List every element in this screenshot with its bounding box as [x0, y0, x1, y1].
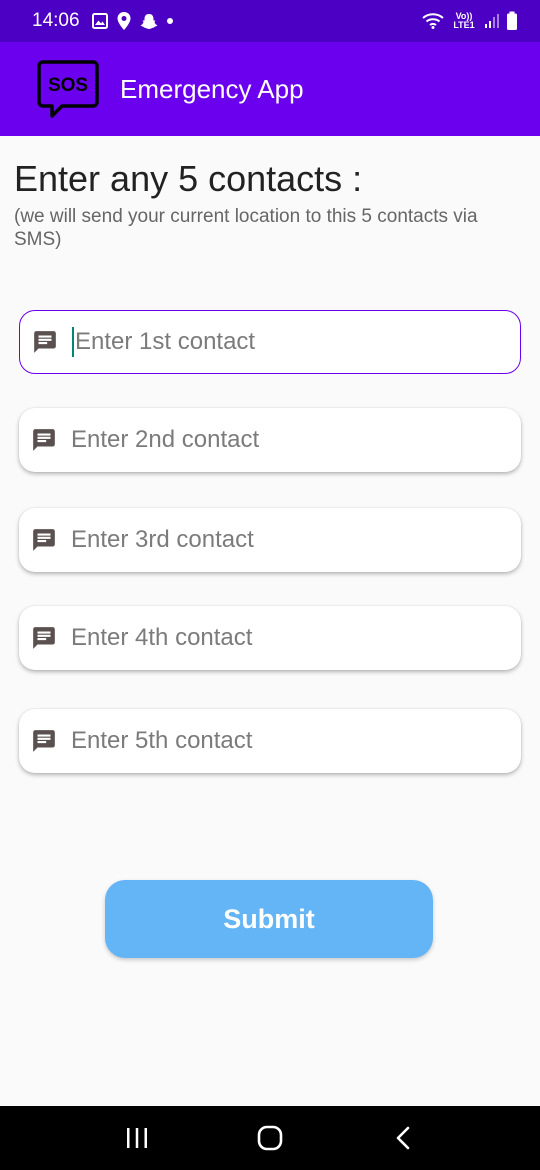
navigation-bar: [0, 1106, 540, 1170]
back-icon: [397, 1126, 410, 1150]
home-icon: [257, 1125, 283, 1151]
contact-field-5[interactable]: [19, 709, 521, 773]
contact-field-4[interactable]: [19, 606, 521, 670]
message-icon: [33, 730, 55, 752]
message-icon: [33, 429, 55, 451]
contact-field-2[interactable]: [19, 408, 521, 472]
contact-input-3[interactable]: [71, 526, 471, 554]
text-cursor: [72, 327, 74, 357]
status-bar: 14:06 Vo)) LTE1: [0, 0, 540, 42]
app-bar: SOS Emergency App: [0, 42, 540, 136]
contact-input-1[interactable]: [75, 328, 475, 356]
home-button[interactable]: [240, 1118, 300, 1158]
message-icon: [33, 529, 55, 551]
submit-button[interactable]: Submit: [105, 880, 433, 958]
message-icon: [33, 627, 55, 649]
contact-input-5[interactable]: [71, 727, 471, 755]
contact-field-3[interactable]: [19, 508, 521, 572]
system-icons: Vo)) LTE1: [422, 11, 518, 31]
app-title: Emergency App: [120, 73, 304, 104]
location-icon: [117, 12, 131, 30]
contact-field-1[interactable]: [19, 310, 521, 374]
wifi-icon: [422, 13, 444, 29]
page-subheading: (we will send your current location to t…: [14, 206, 478, 250]
more-notifications-dot: [166, 18, 173, 24]
contact-input-2[interactable]: [71, 426, 471, 454]
contact-input-4[interactable]: [71, 624, 471, 652]
back-button[interactable]: [373, 1118, 433, 1158]
recent-apps-icon: [126, 1128, 147, 1148]
network-label: Vo)) LTE1: [453, 11, 475, 30]
page-heading: Enter any 5 contacts :: [14, 158, 363, 199]
status-time: 14:06: [32, 10, 80, 31]
sos-logo-icon: SOS: [37, 60, 99, 118]
message-icon: [34, 331, 56, 353]
signal-icon: [485, 14, 499, 28]
battery-icon: [507, 11, 517, 30]
sos-logo-text: SOS: [48, 75, 88, 96]
notification-icons: [91, 12, 173, 30]
recent-apps-button[interactable]: [107, 1118, 167, 1158]
snapchat-icon: [140, 13, 158, 29]
gallery-icon: [91, 13, 108, 29]
